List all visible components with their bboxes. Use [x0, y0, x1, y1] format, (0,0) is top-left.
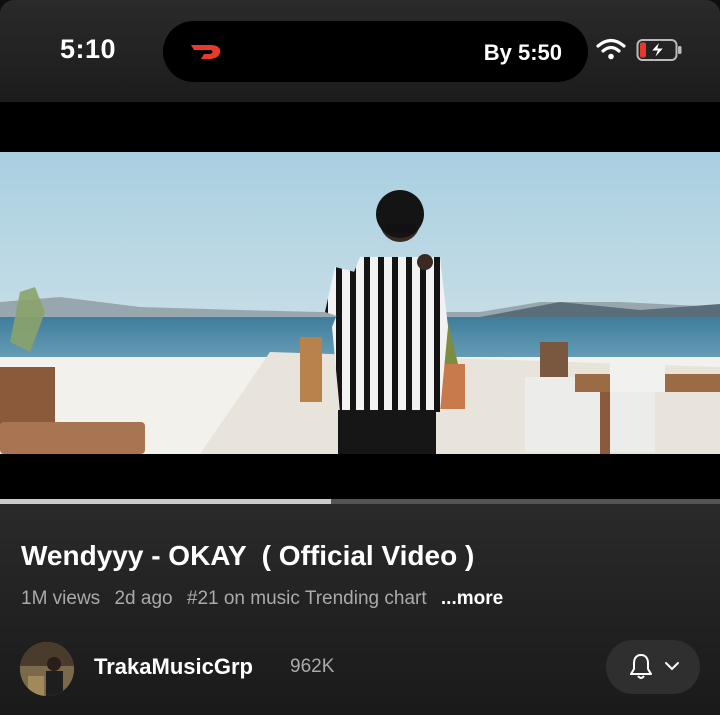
- status-bar: 5:10 By 5:50: [0, 0, 720, 102]
- trending-rank: #21 on music Trending chart: [186, 588, 427, 609]
- dynamic-island-live-activity[interactable]: By 5:50: [163, 21, 588, 82]
- delivery-eta: By 5:50: [483, 40, 562, 65]
- wifi-icon: [596, 38, 626, 60]
- video-info-panel: Wendyyy - OKAY ( Official Video ) 1M vie…: [0, 504, 720, 715]
- more-link[interactable]: ...more: [441, 588, 503, 609]
- subscription-bell-button[interactable]: [606, 640, 700, 694]
- chevron-down-icon: [665, 662, 679, 671]
- bell-icon: [630, 654, 652, 679]
- doordash-icon: [191, 45, 221, 59]
- video-title[interactable]: Wendyyy - OKAY ( Official Video ): [21, 540, 474, 572]
- channel-name[interactable]: TrakaMusicGrp: [94, 654, 253, 680]
- battery-charging-icon: [636, 39, 682, 61]
- video-player[interactable]: [0, 102, 720, 504]
- channel-avatar-image: [20, 642, 74, 696]
- video-metadata[interactable]: 1M views 2d ago #21 on music Trending ch…: [21, 588, 512, 610]
- subscriber-count: 962K: [290, 656, 335, 677]
- view-count: 1M views: [21, 588, 101, 609]
- video-frame[interactable]: [0, 152, 720, 454]
- channel-avatar[interactable]: [20, 642, 74, 696]
- status-time: 5:10: [60, 34, 117, 64]
- upload-age: 2d ago: [114, 588, 173, 609]
- video-still-image: [0, 152, 720, 454]
